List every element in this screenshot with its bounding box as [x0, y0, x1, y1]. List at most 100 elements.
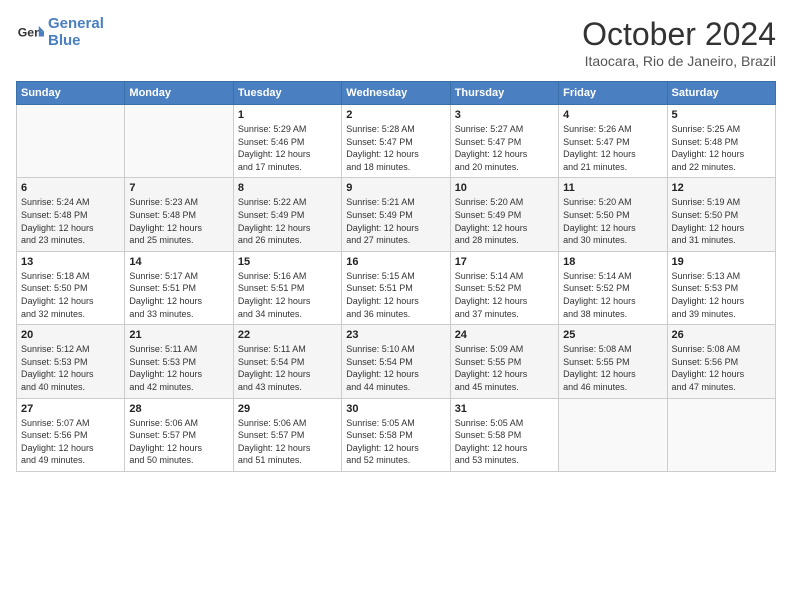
day-cell: 21 Sunrise: 5:11 AM Sunset: 5:53 PM Dayli…: [125, 325, 233, 398]
day-cell: 9 Sunrise: 5:21 AM Sunset: 5:49 PM Daylig…: [342, 178, 450, 251]
day-info: Sunrise: 5:23 AM Sunset: 5:48 PM Dayligh…: [129, 196, 228, 246]
day-cell: 12 Sunrise: 5:19 AM Sunset: 5:50 PM Dayli…: [667, 178, 775, 251]
logo-blue: Blue: [48, 32, 81, 49]
day-info: Sunrise: 5:10 AM Sunset: 5:54 PM Dayligh…: [346, 343, 445, 393]
day-cell: 24 Sunrise: 5:09 AM Sunset: 5:55 PM Dayli…: [450, 325, 558, 398]
day-cell: 16 Sunrise: 5:15 AM Sunset: 5:51 PM Dayli…: [342, 251, 450, 324]
day-number: 23: [346, 329, 445, 341]
day-info: Sunrise: 5:21 AM Sunset: 5:49 PM Dayligh…: [346, 196, 445, 246]
day-cell: 13 Sunrise: 5:18 AM Sunset: 5:50 PM Dayli…: [17, 251, 125, 324]
day-info: Sunrise: 5:05 AM Sunset: 5:58 PM Dayligh…: [346, 417, 445, 467]
day-number: 8: [238, 182, 337, 194]
day-cell: 18 Sunrise: 5:14 AM Sunset: 5:52 PM Dayli…: [559, 251, 667, 324]
day-info: Sunrise: 5:14 AM Sunset: 5:52 PM Dayligh…: [563, 270, 662, 320]
calendar-table: SundayMondayTuesdayWednesdayThursdayFrid…: [16, 81, 776, 472]
day-info: Sunrise: 5:05 AM Sunset: 5:58 PM Dayligh…: [455, 417, 554, 467]
day-number: 24: [455, 329, 554, 341]
day-cell: [125, 105, 233, 178]
day-cell: 1Sunrise: 5:29 AM Sunset: 5:46 PM Daylig…: [233, 105, 341, 178]
day-number: 10: [455, 182, 554, 194]
day-cell: 6 Sunrise: 5:24 AM Sunset: 5:48 PM Daylig…: [17, 178, 125, 251]
day-number: 1: [238, 109, 337, 121]
day-info: Sunrise: 5:08 AM Sunset: 5:56 PM Dayligh…: [672, 343, 771, 393]
week-row-1: 1Sunrise: 5:29 AM Sunset: 5:46 PM Daylig…: [17, 105, 776, 178]
day-cell: 29Sunrise: 5:06 AM Sunset: 5:57 PM Dayli…: [233, 398, 341, 471]
day-number: 19: [672, 256, 771, 268]
week-row-2: 6 Sunrise: 5:24 AM Sunset: 5:48 PM Daylig…: [17, 178, 776, 251]
day-number: 2: [346, 109, 445, 121]
day-cell: 20Sunrise: 5:12 AM Sunset: 5:53 PM Dayli…: [17, 325, 125, 398]
title-area: October 2024 Itaocara, Rio de Janeiro, B…: [582, 16, 776, 69]
day-cell: [559, 398, 667, 471]
day-number: 4: [563, 109, 662, 121]
day-number: 12: [672, 182, 771, 194]
day-cell: 23 Sunrise: 5:10 AM Sunset: 5:54 PM Dayli…: [342, 325, 450, 398]
day-number: 7: [129, 182, 228, 194]
weekday-wednesday: Wednesday: [342, 82, 450, 105]
day-info: Sunrise: 5:19 AM Sunset: 5:50 PM Dayligh…: [672, 196, 771, 246]
day-info: Sunrise: 5:16 AM Sunset: 5:51 PM Dayligh…: [238, 270, 337, 320]
day-info: Sunrise: 5:09 AM Sunset: 5:55 PM Dayligh…: [455, 343, 554, 393]
day-cell: 3Sunrise: 5:27 AM Sunset: 5:47 PM Daylig…: [450, 105, 558, 178]
day-cell: 10 Sunrise: 5:20 AM Sunset: 5:49 PM Dayli…: [450, 178, 558, 251]
day-number: 30: [346, 403, 445, 415]
day-info: Sunrise: 5:06 AM Sunset: 5:57 PM Dayligh…: [129, 417, 228, 467]
day-cell: 4 Sunrise: 5:26 AM Sunset: 5:47 PM Daylig…: [559, 105, 667, 178]
month-title: October 2024: [582, 16, 776, 53]
day-info: Sunrise: 5:22 AM Sunset: 5:49 PM Dayligh…: [238, 196, 337, 246]
day-info: Sunrise: 5:07 AM Sunset: 5:56 PM Dayligh…: [21, 417, 120, 467]
day-info: Sunrise: 5:28 AM Sunset: 5:47 PM Dayligh…: [346, 123, 445, 173]
day-number: 25: [563, 329, 662, 341]
day-number: 15: [238, 256, 337, 268]
day-number: 13: [21, 256, 120, 268]
day-info: Sunrise: 5:25 AM Sunset: 5:48 PM Dayligh…: [672, 123, 771, 173]
day-number: 3: [455, 109, 554, 121]
weekday-friday: Friday: [559, 82, 667, 105]
day-number: 18: [563, 256, 662, 268]
day-info: Sunrise: 5:20 AM Sunset: 5:49 PM Dayligh…: [455, 196, 554, 246]
day-cell: [17, 105, 125, 178]
day-number: 11: [563, 182, 662, 194]
weekday-monday: Monday: [125, 82, 233, 105]
day-cell: 7 Sunrise: 5:23 AM Sunset: 5:48 PM Daylig…: [125, 178, 233, 251]
day-number: 9: [346, 182, 445, 194]
day-cell: 26Sunrise: 5:08 AM Sunset: 5:56 PM Dayli…: [667, 325, 775, 398]
day-number: 21: [129, 329, 228, 341]
day-number: 16: [346, 256, 445, 268]
day-number: 22: [238, 329, 337, 341]
day-cell: 27Sunrise: 5:07 AM Sunset: 5:56 PM Dayli…: [17, 398, 125, 471]
day-info: Sunrise: 5:18 AM Sunset: 5:50 PM Dayligh…: [21, 270, 120, 320]
day-cell: [667, 398, 775, 471]
day-number: 17: [455, 256, 554, 268]
logo: Gen General Blue: [16, 16, 104, 49]
day-cell: 19Sunrise: 5:13 AM Sunset: 5:53 PM Dayli…: [667, 251, 775, 324]
weekday-saturday: Saturday: [667, 82, 775, 105]
weekday-header-row: SundayMondayTuesdayWednesdayThursdayFrid…: [17, 82, 776, 105]
day-info: Sunrise: 5:14 AM Sunset: 5:52 PM Dayligh…: [455, 270, 554, 320]
day-info: Sunrise: 5:08 AM Sunset: 5:55 PM Dayligh…: [563, 343, 662, 393]
svg-text:Gen: Gen: [18, 25, 42, 39]
day-info: Sunrise: 5:24 AM Sunset: 5:48 PM Dayligh…: [21, 196, 120, 246]
week-row-5: 27Sunrise: 5:07 AM Sunset: 5:56 PM Dayli…: [17, 398, 776, 471]
day-info: Sunrise: 5:26 AM Sunset: 5:47 PM Dayligh…: [563, 123, 662, 173]
day-number: 28: [129, 403, 228, 415]
day-info: Sunrise: 5:15 AM Sunset: 5:51 PM Dayligh…: [346, 270, 445, 320]
day-cell: 31 Sunrise: 5:05 AM Sunset: 5:58 PM Dayli…: [450, 398, 558, 471]
weekday-sunday: Sunday: [17, 82, 125, 105]
day-number: 14: [129, 256, 228, 268]
day-cell: 25 Sunrise: 5:08 AM Sunset: 5:55 PM Dayli…: [559, 325, 667, 398]
day-number: 31: [455, 403, 554, 415]
day-cell: 8 Sunrise: 5:22 AM Sunset: 5:49 PM Daylig…: [233, 178, 341, 251]
day-info: Sunrise: 5:17 AM Sunset: 5:51 PM Dayligh…: [129, 270, 228, 320]
logo-icon: Gen: [16, 19, 44, 47]
day-info: Sunrise: 5:12 AM Sunset: 5:53 PM Dayligh…: [21, 343, 120, 393]
week-row-3: 13 Sunrise: 5:18 AM Sunset: 5:50 PM Dayli…: [17, 251, 776, 324]
day-cell: 5Sunrise: 5:25 AM Sunset: 5:48 PM Daylig…: [667, 105, 775, 178]
location: Itaocara, Rio de Janeiro, Brazil: [582, 53, 776, 69]
weekday-thursday: Thursday: [450, 82, 558, 105]
day-number: 6: [21, 182, 120, 194]
day-cell: 28 Sunrise: 5:06 AM Sunset: 5:57 PM Dayli…: [125, 398, 233, 471]
day-info: Sunrise: 5:11 AM Sunset: 5:53 PM Dayligh…: [129, 343, 228, 393]
day-cell: 17 Sunrise: 5:14 AM Sunset: 5:52 PM Dayli…: [450, 251, 558, 324]
logo-general: General: [48, 15, 104, 32]
